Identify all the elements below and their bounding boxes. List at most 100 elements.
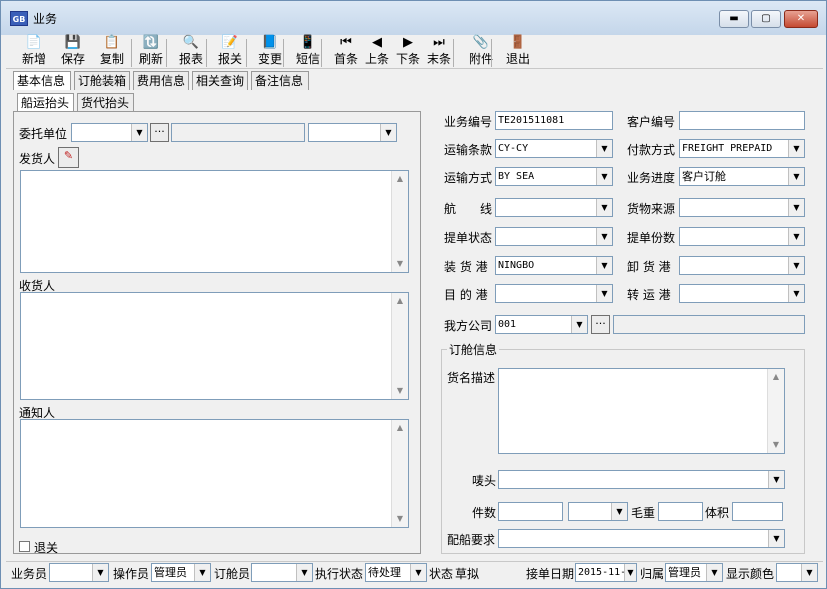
new-button[interactable]: 📄 新增 bbox=[16, 35, 52, 69]
state-value: 草拟 bbox=[455, 567, 480, 581]
copy-button[interactable]: 📋 复制 bbox=[94, 35, 130, 69]
booker-select[interactable]: ▼ bbox=[251, 563, 313, 582]
gross-field[interactable] bbox=[658, 502, 703, 521]
req-select[interactable]: ▼ bbox=[498, 529, 785, 548]
marks-label: 唛头 bbox=[472, 474, 497, 488]
pieces-field[interactable] bbox=[498, 502, 563, 521]
scroll-down-icon[interactable]: ▼ bbox=[392, 511, 408, 527]
toolbar-separator bbox=[453, 39, 454, 67]
return-checkbox[interactable] bbox=[19, 541, 30, 552]
save-button[interactable]: 💾 保存 bbox=[55, 35, 91, 69]
dest-select[interactable]: ▼ bbox=[495, 284, 613, 303]
payment-value: FREIGHT PREPAID bbox=[682, 143, 773, 154]
pol-select[interactable]: NINGBO ▼ bbox=[495, 256, 613, 275]
client-contact-select[interactable]: ▼ bbox=[308, 123, 397, 142]
scroll-down-icon[interactable]: ▼ bbox=[392, 256, 408, 272]
scroll-down-icon[interactable]: ▼ bbox=[768, 437, 784, 453]
scrollbar[interactable]: ▲ ▼ bbox=[767, 369, 784, 453]
prev-button[interactable]: ◀ 上条 bbox=[362, 35, 392, 69]
subtab-forwarder-header[interactable]: 货代抬头 bbox=[77, 93, 134, 112]
operator-select[interactable]: 管理员 ▼ bbox=[151, 563, 211, 582]
route-select[interactable]: ▼ bbox=[495, 198, 613, 217]
company-select[interactable]: 001 ▼ bbox=[495, 315, 588, 334]
dest-label: 目 的 港 bbox=[444, 288, 488, 302]
tab-basic-info[interactable]: 基本信息 bbox=[13, 71, 71, 90]
date-label: 接单日期 bbox=[526, 567, 575, 581]
maximize-button[interactable]: ▢ bbox=[751, 10, 781, 28]
desc-textarea[interactable]: ▲ ▼ bbox=[498, 368, 785, 454]
bl-status-select[interactable]: ▼ bbox=[495, 227, 613, 246]
chevron-down-icon: ▼ bbox=[788, 228, 804, 245]
refresh-button[interactable]: 🔃 刷新 bbox=[133, 35, 169, 69]
exit-button[interactable]: 🚪 退出 bbox=[500, 35, 536, 69]
shipper-textarea[interactable]: ▲ ▼ bbox=[20, 170, 409, 273]
scrollbar[interactable]: ▲ ▼ bbox=[391, 420, 408, 527]
pod-select[interactable]: ▼ bbox=[679, 256, 805, 275]
payment-select[interactable]: FREIGHT PREPAID ▼ bbox=[679, 139, 805, 158]
client-select[interactable]: ▼ bbox=[71, 123, 148, 142]
chevron-down-icon: ▼ bbox=[624, 564, 636, 581]
progress-label: 业务进度 bbox=[627, 171, 676, 185]
tab-booking-container[interactable]: 订舱装箱 bbox=[74, 71, 130, 90]
tab-related-query[interactable]: 相关查询 bbox=[192, 71, 248, 90]
cust-no-field[interactable] bbox=[679, 111, 805, 130]
toolbar-label: 复制 bbox=[99, 52, 124, 66]
job-no-field[interactable]: TE201511081 bbox=[495, 111, 613, 130]
scroll-up-icon[interactable]: ▲ bbox=[768, 369, 784, 385]
customs-button[interactable]: 📝 报关 bbox=[212, 35, 248, 69]
volume-field[interactable] bbox=[732, 502, 783, 521]
marks-select[interactable]: ▼ bbox=[498, 470, 785, 489]
tab-label: 订舱装箱 bbox=[78, 74, 127, 88]
company-lookup-button[interactable]: ··· bbox=[591, 315, 610, 334]
tab-label: 备注信息 bbox=[255, 74, 304, 88]
first-button[interactable]: ⏮ 首条 bbox=[331, 35, 361, 69]
package-unit-select[interactable]: ▼ bbox=[568, 502, 628, 521]
shipper-pick-icon[interactable]: ✎ bbox=[58, 147, 79, 168]
chevron-down-icon: ▼ bbox=[596, 285, 612, 302]
toolbar-label: 上条 bbox=[364, 52, 389, 66]
bl-copies-select[interactable]: ▼ bbox=[679, 227, 805, 246]
color-label: 显示颜色 bbox=[726, 567, 775, 581]
notify-textarea[interactable]: ▲ ▼ bbox=[20, 419, 409, 528]
tab-charges[interactable]: 费用信息 bbox=[133, 71, 189, 90]
scroll-up-icon[interactable]: ▲ bbox=[392, 293, 408, 309]
terms-select[interactable]: CY-CY ▼ bbox=[495, 139, 613, 158]
transit-select[interactable]: ▼ bbox=[679, 284, 805, 303]
progress-select[interactable]: 客户订舱 ▼ bbox=[679, 167, 805, 186]
salesman-select[interactable]: ▼ bbox=[49, 563, 109, 582]
owner-select[interactable]: 管理员 ▼ bbox=[665, 563, 723, 582]
date-picker[interactable]: 2015-11- ▼ bbox=[575, 563, 637, 582]
tab-remarks[interactable]: 备注信息 bbox=[251, 71, 309, 90]
scroll-up-icon[interactable]: ▲ bbox=[392, 171, 408, 187]
scroll-up-icon[interactable]: ▲ bbox=[392, 420, 408, 436]
close-button[interactable]: ✕ bbox=[784, 10, 818, 28]
chevron-down-icon: ▼ bbox=[380, 124, 396, 141]
volume-label: 体积 bbox=[705, 506, 730, 520]
toolbar-label: 下条 bbox=[395, 52, 420, 66]
subtab-carrier-header[interactable]: 船运抬头 bbox=[17, 93, 74, 112]
exec-select[interactable]: 待处理 ▼ bbox=[365, 563, 427, 582]
date-value: 2015-11- bbox=[578, 567, 627, 578]
toolbar-label: 退出 bbox=[505, 52, 530, 66]
source-select[interactable]: ▼ bbox=[679, 198, 805, 217]
color-select[interactable]: ▼ bbox=[776, 563, 818, 582]
mode-select[interactable]: BY SEA ▼ bbox=[495, 167, 613, 186]
minimize-button[interactable]: ▬ bbox=[719, 10, 749, 28]
attach-button[interactable]: 📎 附件 bbox=[463, 35, 499, 69]
toolbar-label: 保存 bbox=[60, 52, 85, 66]
scroll-down-icon[interactable]: ▼ bbox=[392, 383, 408, 399]
scrollbar[interactable]: ▲ ▼ bbox=[391, 171, 408, 272]
consignee-textarea[interactable]: ▲ ▼ bbox=[20, 292, 409, 400]
toolbar-label: 新增 bbox=[21, 52, 46, 66]
client-lookup-button[interactable]: ··· bbox=[150, 123, 169, 142]
chevron-down-icon: ▼ bbox=[788, 199, 804, 216]
last-button[interactable]: ⏭ 末条 bbox=[424, 35, 454, 69]
scrollbar[interactable]: ▲ ▼ bbox=[391, 293, 408, 399]
shipper-label: 发货人 bbox=[19, 152, 56, 166]
chevron-down-icon: ▼ bbox=[596, 228, 612, 245]
next-button[interactable]: ▶ 下条 bbox=[393, 35, 423, 69]
toolbar-label: 首条 bbox=[333, 52, 358, 66]
report-button[interactable]: 🔍 报表 bbox=[173, 35, 209, 69]
next-icon: ▶ bbox=[403, 35, 413, 50]
app-icon: GB bbox=[10, 11, 28, 26]
